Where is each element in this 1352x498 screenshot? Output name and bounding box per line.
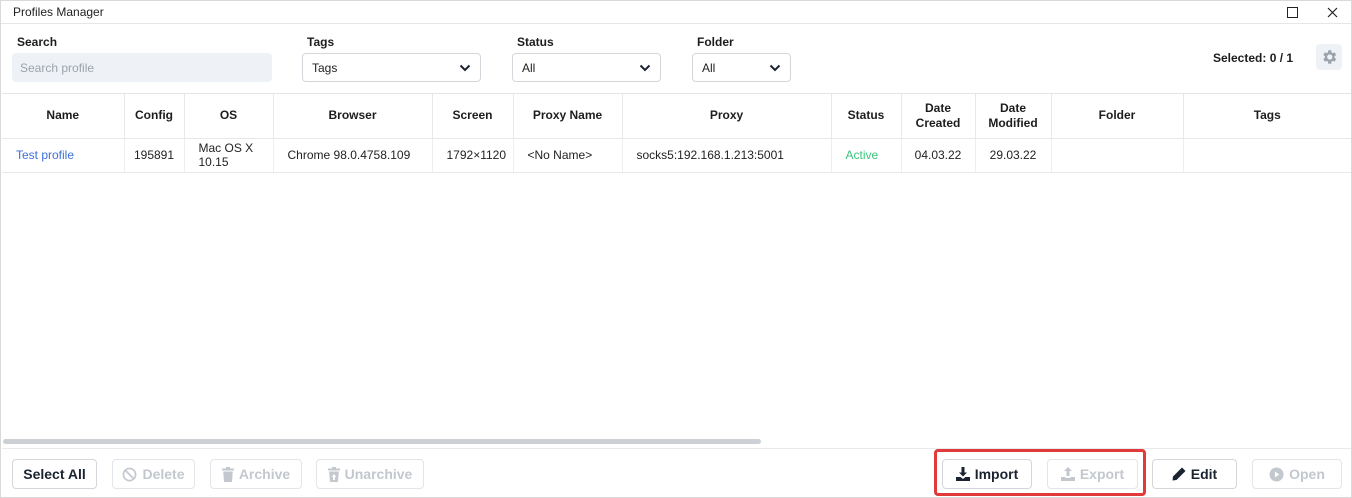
close-button[interactable] [1321,3,1343,21]
column-header-os[interactable]: OS [184,94,274,139]
column-header-config[interactable]: Config [124,94,185,139]
edit-button[interactable]: Edit [1152,459,1237,489]
open-label: Open [1289,466,1325,482]
delete-button[interactable]: Delete [112,459,195,489]
unarchive-button[interactable]: Unarchive [316,459,424,489]
cell-date-modified: 29.03.22 [975,138,1052,173]
cell-date-created: 04.03.22 [901,138,976,173]
column-header-folder[interactable]: Folder [1051,94,1184,139]
chevron-down-icon [769,64,781,71]
archive-button[interactable]: Archive [210,459,302,489]
gear-icon [1323,50,1337,64]
chevron-down-icon [459,64,471,71]
cell-config: 195891 [124,138,185,173]
cell-screen: 1792×1120 [432,138,514,173]
maximize-button[interactable] [1281,3,1303,21]
search-input[interactable] [12,53,272,82]
status-label: Status [517,35,554,49]
column-header-proxy[interactable]: Proxy [622,94,832,139]
export-label: Export [1079,466,1125,482]
import-button[interactable]: Import [942,459,1032,489]
search-label: Search [17,35,58,49]
open-button[interactable]: Open [1252,459,1342,489]
pencil-icon [1172,467,1186,481]
cell-os: Mac OS X 10.15 [184,138,274,173]
title-bar: Profiles Manager [1,1,1351,24]
footer-divider [2,448,1351,449]
play-circle-icon [1269,466,1284,482]
column-header-browser[interactable]: Browser [273,94,433,139]
column-header-screen[interactable]: Screen [432,94,514,139]
filter-bar: Search Tags Tags Status All Folder All S… [1,25,1351,93]
download-icon [955,467,970,481]
selected-count: Selected: 0 / 1 [1213,51,1294,65]
table-row[interactable]: Test profile 195891 Mac OS X 10.15 Chrom… [2,138,1351,173]
column-header-proxy-name[interactable]: Proxy Name [513,94,623,139]
status-badge: Active [831,138,902,173]
column-header-tags[interactable]: Tags [1183,94,1351,139]
column-header-name[interactable]: Name [2,94,125,139]
ban-icon [123,467,137,481]
status-select-value: All [522,60,536,75]
tags-label: Tags [307,35,335,49]
settings-button[interactable] [1316,44,1342,70]
chevron-down-icon [639,64,651,71]
profiles-table: Name Config OS Browser Screen Proxy Name… [2,93,1351,449]
maximize-icon [1286,6,1298,18]
cell-folder [1051,138,1184,173]
export-button[interactable]: Export [1047,459,1138,489]
window-title: Profiles Manager [13,5,104,19]
cell-tags [1183,138,1351,173]
unarchive-label: Unarchive [344,466,413,482]
status-select[interactable]: All [512,53,661,82]
import-label: Import [974,466,1019,482]
tags-select[interactable]: Tags [302,53,481,82]
upload-icon [1060,467,1075,481]
profiles-manager-window: Profiles Manager Search Tags Tags Status… [0,0,1352,498]
trash-restore-icon [327,466,340,482]
folder-select[interactable]: All [692,53,791,82]
folder-label: Folder [697,35,734,49]
folder-select-value: All [702,60,716,75]
close-icon [1327,7,1337,17]
profile-name-link[interactable]: Test profile [2,138,125,173]
cell-proxy: socks5:192.168.1.213:5001 [622,138,832,173]
cell-browser: Chrome 98.0.4758.109 [273,138,433,173]
tags-select-value: Tags [312,60,338,75]
delete-label: Delete [142,466,185,482]
select-all-button[interactable]: Select All [12,459,97,489]
cell-proxy-name: <No Name> [513,138,623,173]
archive-label: Archive [238,466,291,482]
select-all-label: Select All [23,466,86,482]
column-header-date-modified[interactable]: Date Modified [975,94,1052,139]
column-header-status[interactable]: Status [831,94,902,139]
trash-icon [221,466,234,482]
table-header-row: Name Config OS Browser Screen Proxy Name… [2,94,1351,139]
column-header-date-created[interactable]: Date Created [901,94,976,139]
horizontal-scrollbar[interactable] [3,439,761,444]
edit-label: Edit [1190,466,1218,482]
